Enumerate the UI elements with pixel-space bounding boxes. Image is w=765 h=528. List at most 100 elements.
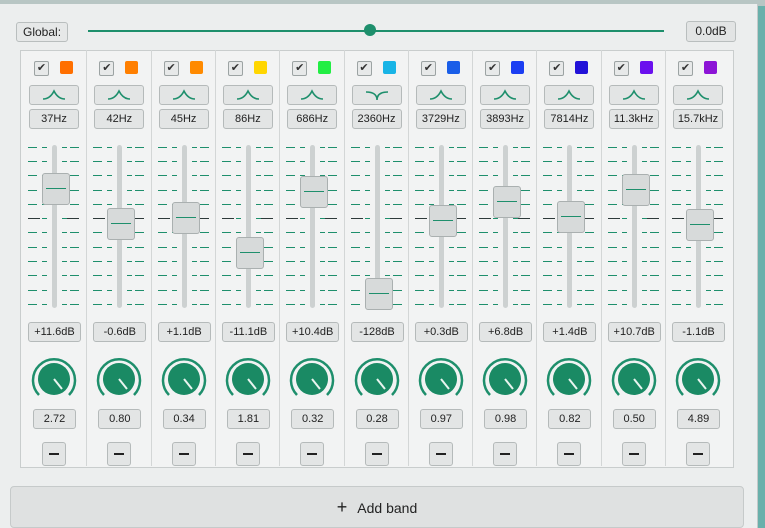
- gain-slider-thumb[interactable]: [686, 208, 714, 241]
- band-color-swatch[interactable]: [60, 61, 73, 74]
- band-q-field[interactable]: 1.81: [226, 409, 270, 429]
- band-color-swatch[interactable]: [511, 61, 525, 74]
- remove-band-button[interactable]: [428, 442, 453, 466]
- band-color-swatch[interactable]: [446, 61, 460, 74]
- global-gain-slider[interactable]: [88, 30, 664, 32]
- remove-band-button[interactable]: [364, 442, 389, 466]
- band-gain-field[interactable]: -1.1dB: [672, 322, 725, 342]
- band-q-field[interactable]: 0.82: [548, 409, 592, 429]
- q-knob[interactable]: [29, 354, 79, 404]
- band-frequency-field[interactable]: 86Hz: [222, 109, 273, 129]
- band-q-field[interactable]: 0.32: [291, 409, 335, 429]
- gain-slider-thumb[interactable]: [493, 186, 522, 219]
- band-enable-checkbox[interactable]: ✔: [356, 61, 372, 76]
- remove-band-button[interactable]: [107, 442, 132, 466]
- filter-type-button[interactable]: [158, 85, 209, 105]
- band-q-field[interactable]: 0.50: [612, 409, 656, 429]
- band-frequency-field[interactable]: 11.3kHz: [608, 109, 659, 129]
- band-frequency-field[interactable]: 15.7kHz: [673, 109, 723, 129]
- band-frequency-field[interactable]: 37Hz: [29, 109, 79, 129]
- q-knob[interactable]: [223, 354, 273, 404]
- band-color-swatch[interactable]: [189, 61, 203, 74]
- remove-band-button[interactable]: [300, 442, 325, 466]
- band-enable-checkbox[interactable]: ✔: [227, 61, 243, 76]
- band-color-swatch[interactable]: [704, 61, 717, 74]
- band-q-field[interactable]: 0.98: [484, 409, 528, 429]
- gain-slider-thumb[interactable]: [171, 202, 200, 235]
- band-q-field[interactable]: 2.72: [33, 409, 76, 429]
- remove-band-button[interactable]: [42, 442, 66, 466]
- band-color-swatch[interactable]: [639, 61, 653, 74]
- global-gain-slider-thumb[interactable]: [364, 24, 377, 36]
- band-gain-field[interactable]: -11.1dB: [221, 322, 275, 342]
- gain-slider-track[interactable]: [310, 145, 316, 308]
- q-knob[interactable]: [544, 354, 594, 404]
- band-gain-field[interactable]: +1.4dB: [543, 322, 597, 342]
- gain-slider-track[interactable]: [631, 145, 637, 308]
- filter-type-button[interactable]: [608, 85, 659, 105]
- band-q-field[interactable]: 4.89: [677, 409, 720, 429]
- band-frequency-field[interactable]: 45Hz: [158, 109, 209, 129]
- gain-slider-track[interactable]: [503, 145, 509, 308]
- band-gain-field[interactable]: +11.6dB: [28, 322, 81, 342]
- band-enable-checkbox[interactable]: ✔: [163, 61, 179, 76]
- global-gain-value[interactable]: 0.0dB: [686, 21, 736, 42]
- band-gain-field[interactable]: -128dB: [350, 322, 404, 342]
- band-enable-checkbox[interactable]: ✔: [678, 61, 693, 76]
- filter-type-button[interactable]: [351, 85, 402, 105]
- band-enable-checkbox[interactable]: ✔: [34, 61, 49, 76]
- band-enable-checkbox[interactable]: ✔: [485, 61, 501, 76]
- filter-type-button[interactable]: [480, 85, 531, 105]
- band-color-swatch[interactable]: [125, 61, 139, 74]
- filter-type-button[interactable]: [222, 85, 273, 105]
- gain-slider-track[interactable]: [245, 145, 251, 308]
- band-frequency-field[interactable]: 42Hz: [94, 109, 145, 129]
- remove-band-button[interactable]: [171, 442, 196, 466]
- band-color-swatch[interactable]: [382, 61, 396, 74]
- band-gain-field[interactable]: +6.8dB: [479, 322, 533, 342]
- band-color-swatch[interactable]: [318, 61, 332, 74]
- band-gain-field[interactable]: +1.1dB: [157, 322, 211, 342]
- q-knob[interactable]: [416, 354, 466, 404]
- band-gain-field[interactable]: -0.6dB: [93, 322, 147, 342]
- remove-band-button[interactable]: [621, 442, 646, 466]
- add-band-button[interactable]: + Add band: [10, 486, 744, 528]
- remove-band-button[interactable]: [686, 442, 710, 466]
- gain-slider-thumb[interactable]: [621, 174, 650, 207]
- remove-band-button[interactable]: [493, 442, 518, 466]
- band-enable-checkbox[interactable]: ✔: [613, 61, 629, 76]
- band-frequency-field[interactable]: 686Hz: [287, 109, 338, 129]
- filter-type-button[interactable]: [544, 85, 595, 105]
- filter-type-button[interactable]: [673, 85, 723, 105]
- gain-slider-thumb[interactable]: [42, 172, 70, 205]
- band-enable-checkbox[interactable]: ✔: [292, 61, 308, 76]
- band-gain-field[interactable]: +10.4dB: [286, 322, 340, 342]
- q-knob[interactable]: [352, 354, 402, 404]
- band-color-swatch[interactable]: [253, 61, 267, 74]
- gain-slider-thumb[interactable]: [428, 204, 457, 237]
- band-gain-field[interactable]: +0.3dB: [414, 322, 468, 342]
- band-enable-checkbox[interactable]: ✔: [549, 61, 565, 76]
- filter-type-button[interactable]: [415, 85, 466, 105]
- remove-band-button[interactable]: [235, 442, 260, 466]
- q-knob[interactable]: [609, 354, 659, 404]
- gain-slider-thumb[interactable]: [235, 236, 264, 269]
- band-q-field[interactable]: 0.97: [419, 409, 463, 429]
- gain-slider-thumb[interactable]: [107, 207, 136, 240]
- band-frequency-field[interactable]: 3893Hz: [480, 109, 531, 129]
- band-q-field[interactable]: 0.80: [98, 409, 142, 429]
- band-q-field[interactable]: 0.28: [355, 409, 399, 429]
- band-gain-field[interactable]: +10.7dB: [607, 322, 661, 342]
- band-color-swatch[interactable]: [575, 61, 589, 74]
- remove-band-button[interactable]: [557, 442, 582, 466]
- gain-slider-thumb[interactable]: [364, 278, 393, 310]
- q-knob[interactable]: [480, 354, 530, 404]
- filter-type-button[interactable]: [29, 85, 79, 105]
- band-enable-checkbox[interactable]: ✔: [420, 61, 436, 76]
- band-frequency-field[interactable]: 2360Hz: [351, 109, 402, 129]
- band-frequency-field[interactable]: 7814Hz: [544, 109, 595, 129]
- filter-type-button[interactable]: [287, 85, 338, 105]
- band-frequency-field[interactable]: 3729Hz: [415, 109, 466, 129]
- gain-slider-thumb[interactable]: [557, 200, 586, 233]
- gain-slider-track[interactable]: [52, 145, 57, 308]
